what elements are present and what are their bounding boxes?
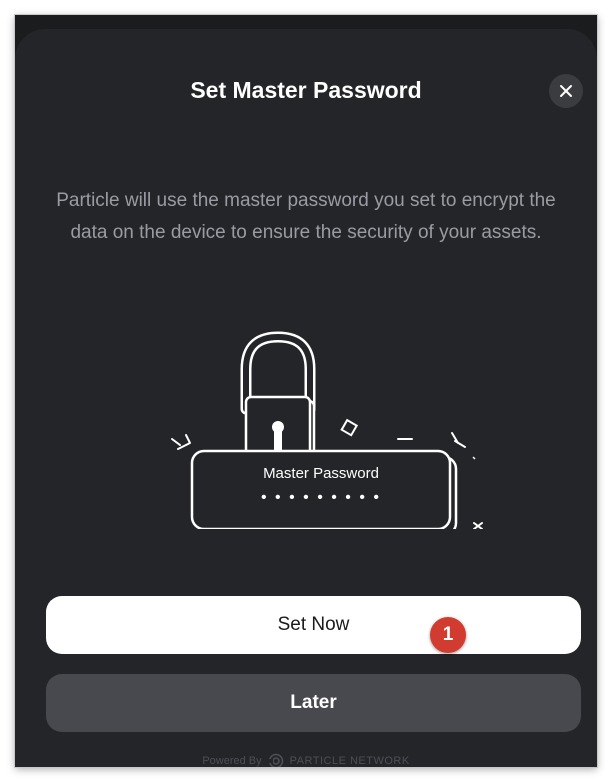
step-badge: 1: [430, 617, 466, 653]
particle-logo-icon: [267, 753, 283, 767]
powered-by-label: Powered By: [202, 755, 262, 767]
dialog-title: Set Master Password: [190, 77, 422, 103]
illustration-dots: • • • • • • • • •: [261, 489, 381, 506]
close-icon: [560, 85, 572, 97]
app-window: Set Master Password Particle will use th…: [15, 15, 597, 767]
later-button[interactable]: Later: [46, 674, 581, 732]
master-password-dialog: Set Master Password Particle will use th…: [15, 29, 597, 767]
particle-network-brand: PARTICLE NETWORK: [289, 755, 410, 767]
close-button[interactable]: [549, 74, 583, 108]
set-now-button[interactable]: Set Now: [46, 596, 581, 654]
dialog-description: Particle will use the master password yo…: [56, 190, 556, 243]
powered-by-footer: Powered By PARTICLE NETWORK: [15, 753, 597, 767]
illustration-label: Master Password: [263, 465, 379, 482]
password-illustration: Master Password • • • • • • • • •: [150, 329, 490, 537]
